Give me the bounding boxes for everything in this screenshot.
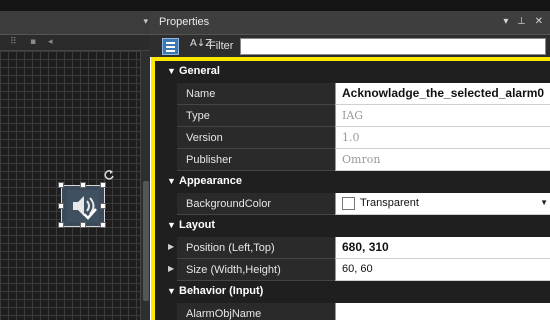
property-name-cell: Name [177,83,335,105]
category-layout[interactable]: ▼ Layout [155,215,550,237]
filter-label: Filter [209,40,234,52]
property-value-cell[interactable]: Acknowladge_the_selected_alarm0 [335,83,550,105]
properties-title: Properties [159,16,210,28]
property-name-cell: Position (Left,Top) [177,237,335,259]
toolbar-glyph-2-icon[interactable]: ▪ [30,37,36,47]
row-gutter [155,105,177,127]
property-name: Position (Left,Top) [186,242,275,254]
category-label: Behavior (Input) [179,285,264,297]
canvas-vertical-scrollbar[interactable] [140,51,150,320]
property-value[interactable]: 60, 60 [342,263,373,275]
color-dropdown[interactable]: Transparent ▼ [335,193,550,215]
property-name: Type [186,110,210,122]
resize-handle-bottom-left[interactable] [58,222,64,228]
color-swatch-checkbox[interactable] [342,197,355,210]
category-general[interactable]: ▼ General [155,61,550,83]
resize-handle-bottom[interactable] [80,222,86,228]
resize-handle-right[interactable] [100,203,106,209]
property-name: BackgroundColor [186,198,271,210]
expand-arrow-icon[interactable]: ▶ [168,242,174,251]
scroll-thumb[interactable] [143,181,149,301]
property-name-cell: Publisher [177,149,335,171]
resize-handle-top-left[interactable] [58,182,64,188]
row-gutter [155,149,177,171]
design-canvas-panel: ▾ ⠿ ▪ ◂ [0,11,150,320]
alarm-acknowledge-widget[interactable] [58,182,106,228]
row-gutter [155,303,177,321]
top-bar [0,0,550,11]
category-behavior-input[interactable]: ▼ Behavior (Input) [155,281,550,303]
property-row-type[interactable]: Type IAG [155,105,550,127]
category-label: Appearance [179,175,242,187]
property-row-size[interactable]: ▶ Size (Width,Height) 60, 60 [155,259,550,281]
property-value: Omron [342,153,381,166]
property-name: AlarmObjName [186,308,262,320]
resize-handle-bottom-right[interactable] [100,222,106,228]
collapse-caret-icon[interactable]: ▼ [167,66,176,76]
row-gutter [155,193,177,215]
property-row-backgroundcolor[interactable]: BackgroundColor Transparent ▼ [155,193,550,215]
property-value-cell: IAG [335,105,550,127]
filter-input[interactable] [240,38,546,55]
property-grid: ▼ General Name Acknowladge_the_selected_… [151,57,550,321]
expand-arrow-icon[interactable]: ▶ [168,264,174,273]
tab-dropdown-icon[interactable]: ▾ [143,16,148,27]
toolbar-glyph-1-icon[interactable]: ⠿ [10,37,17,47]
property-value[interactable]: 680, 310 [342,240,389,254]
property-row-version[interactable]: Version 1.0 [155,127,550,149]
property-value-cell[interactable]: 680, 310 [335,237,550,259]
property-row-name[interactable]: Name Acknowladge_the_selected_alarm0 [155,83,550,105]
property-name-cell: AlarmObjName [177,303,335,321]
property-value: IAG [342,109,364,122]
resize-handle-left[interactable] [58,203,64,209]
canvas-tab-strip: ▾ [0,11,150,35]
property-row-alarmobjname[interactable]: AlarmObjName [155,303,550,321]
property-name-cell: BackgroundColor [177,193,335,215]
properties-panel: Properties ▾ ⊥ ✕ A↓Z Filter ▼ General Na… [150,11,550,321]
collapse-caret-icon[interactable]: ▼ [167,286,176,296]
speaker-check-icon [67,190,99,222]
property-row-publisher[interactable]: Publisher Omron [155,149,550,171]
row-gutter: ▶ [155,259,177,281]
property-name-cell: Version [177,127,335,149]
bottom-strip [0,320,550,327]
canvas-toolbar: ⠿ ▪ ◂ [0,35,150,51]
property-value: 1.0 [342,131,360,144]
resize-handle-top-right[interactable] [100,182,106,188]
property-name-cell: Type [177,105,335,127]
chevron-down-icon[interactable]: ▼ [540,198,548,207]
property-value-cell[interactable]: 60, 60 [335,259,550,281]
rotate-handle-icon[interactable] [103,169,115,181]
property-row-position[interactable]: ▶ Position (Left,Top) 680, 310 [155,237,550,259]
property-value-cell: 1.0 [335,127,550,149]
resize-handle-top[interactable] [80,182,86,188]
property-name: Name [186,88,216,100]
property-value[interactable]: Acknowladge_the_selected_alarm0 [342,86,544,100]
property-value-cell[interactable] [335,303,550,321]
categorized-view-button[interactable] [162,38,179,55]
property-name: Size (Width,Height) [186,264,281,276]
row-gutter: ▶ [155,237,177,259]
property-name: Publisher [186,154,232,166]
properties-title-bar: Properties ▾ ⊥ ✕ [150,11,550,35]
category-label: General [179,65,220,77]
row-gutter [155,83,177,105]
collapse-caret-icon[interactable]: ▼ [167,220,176,230]
property-name-cell: Size (Width,Height) [177,259,335,281]
property-name: Version [186,132,223,144]
property-value: Transparent [360,197,419,209]
pin-close-icons[interactable]: ▾ ⊥ ✕ [503,16,546,27]
alphabetical-sort-icon[interactable]: A↓Z [190,38,212,54]
property-value-cell: Omron [335,149,550,171]
properties-toolbar: A↓Z Filter [150,35,550,57]
row-gutter [155,127,177,149]
category-appearance[interactable]: ▼ Appearance [155,171,550,193]
toolbar-glyph-3-icon[interactable]: ◂ [48,37,53,47]
collapse-caret-icon[interactable]: ▼ [167,176,176,186]
category-label: Layout [179,219,216,231]
